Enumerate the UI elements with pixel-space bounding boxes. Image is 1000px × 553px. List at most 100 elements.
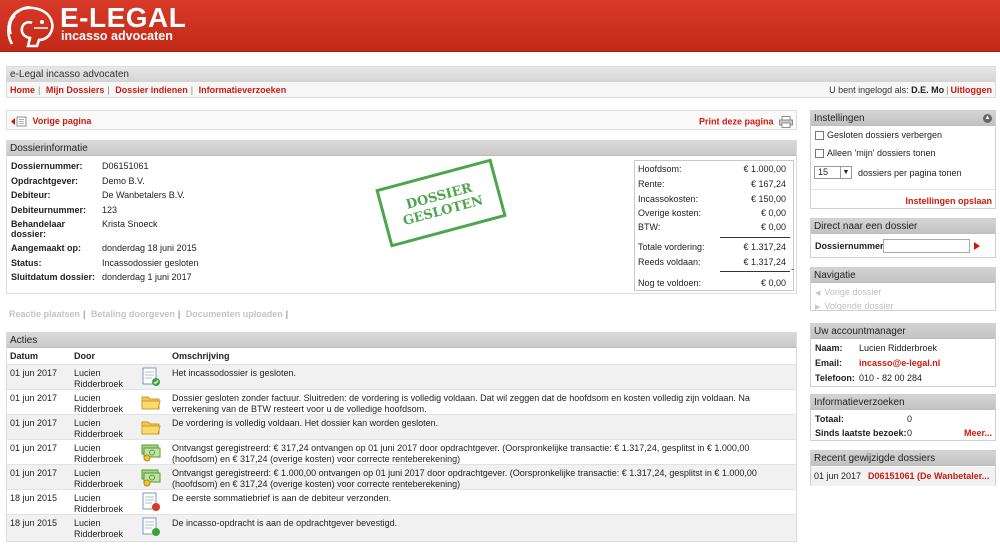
row-door: Lucien Ridderbroek	[74, 393, 124, 414]
lion-logo-icon	[7, 6, 54, 48]
totals-row: Reeds voldaan: € 1.317,24	[638, 257, 790, 269]
acties-header-row: Datum Door Omschrijving	[7, 349, 796, 363]
info-value: D06151061	[102, 161, 149, 171]
prev-dossier-link: ◀ Vorige dossier	[815, 287, 881, 297]
info-value: 123	[102, 204, 118, 215]
print-link[interactable]: Print deze pagina	[699, 116, 774, 126]
manager-email-row: Email: incasso@e-legal.nl	[815, 358, 940, 368]
totals-value: € 0,00	[760, 208, 786, 218]
info-sinds-value: 0	[907, 428, 913, 438]
sum-divider	[720, 271, 790, 272]
hide-closed-checkbox[interactable]	[815, 131, 824, 141]
manager-email-link[interactable]: incasso@e-legal.nl	[859, 358, 940, 368]
chevron-left-icon: ◀	[815, 290, 821, 297]
link-separator: |	[83, 309, 86, 319]
row-description: Het incassodossier is gesloten.	[172, 368, 297, 378]
row-door: Lucien Ridderbroek	[74, 418, 124, 439]
meer-link[interactable]: Meer...	[964, 428, 992, 438]
documenten-uploaden-link: Documenten uploaden	[185, 309, 283, 319]
row-date: 18 jun 2015	[10, 493, 58, 503]
info-row: Aangemaakt op: donderdag 18 juni 2015	[11, 243, 199, 258]
nav-informatieverzoeken[interactable]: Informatieverzoeken	[199, 85, 287, 95]
row-description: Ontvangst geregistreerd: € 317,24 ontvan…	[172, 443, 750, 464]
row-description: De vordering is volledig voldaan. Het do…	[172, 418, 439, 428]
totals-row: Rente: € 167,24	[638, 179, 790, 191]
site-name: e-Legal incasso advocaten	[7, 67, 995, 82]
logout-link[interactable]: Uitloggen	[951, 85, 993, 95]
col-omschrijving: Omschrijving	[172, 351, 230, 361]
print-link-wrap[interactable]: Print deze pagina	[699, 116, 793, 128]
link-separator: |	[285, 309, 289, 319]
informatieverzoeken-panel: Informatieverzoeken Totaal: 0 Sinds laats…	[810, 394, 996, 441]
nav-home[interactable]: Home	[10, 85, 35, 95]
nav-mijn-dossiers[interactable]: Mijn Dossiers	[46, 85, 105, 95]
collapse-icon[interactable]: ▲	[983, 114, 992, 123]
instellingen-title-text: Instellingen	[814, 113, 865, 124]
navigatie-title: Navigatie	[811, 268, 995, 283]
info-value: Krista Snoeck	[102, 219, 158, 229]
table-row: 01 jun 2017 Lucien Ridderbroek Ontvangst…	[7, 464, 796, 489]
top-header: E-LEGAL incasso advocaten	[0, 0, 1000, 52]
info-totaal-value: 0	[907, 414, 913, 424]
nav-separator: |	[946, 85, 949, 95]
row-door: Lucien Ridderbroek	[74, 443, 124, 464]
accountmanager-title: Uw accountmanager	[811, 324, 995, 339]
col-datum: Datum	[10, 351, 39, 361]
sum-divider	[720, 237, 790, 238]
dossiernummer-input[interactable]	[883, 239, 970, 253]
totals-row: Totale vordering: € 1.317,24	[638, 242, 790, 254]
go-arrow-icon[interactable]	[974, 242, 980, 250]
next-dossier-label: Volgende dossier	[824, 301, 894, 311]
dossier-info-panel: Dossierinformatie Dossiernummer: D0615106…	[6, 140, 797, 294]
info-label: Aangemaakt op:	[11, 243, 82, 253]
col-door: Door	[74, 351, 95, 361]
table-row: 18 jun 2015 Lucien Ridderbroek De eerste…	[7, 489, 796, 514]
user-info: U bent ingelogd als: D.E. Mo | Uitloggen	[829, 85, 992, 95]
manager-name-label: Naam:	[815, 343, 843, 353]
dossier-action-links: Reactie plaatsen | Betaling doorgeven | Do…	[9, 309, 291, 319]
row-door: Lucien Ridderbroek	[74, 518, 124, 539]
green-letter-icon	[142, 517, 160, 536]
nav-dossier-indienen[interactable]: Dossier indienen	[115, 85, 188, 95]
row-description: De eerste sommatiebrief is aan de debite…	[172, 493, 392, 503]
info-label: Debiteurnummer:	[11, 204, 87, 215]
page-actions-bar: Vorige pagina Print deze pagina	[6, 110, 797, 130]
nav-separator: |	[38, 85, 41, 95]
user-name: D.E. Mo	[911, 85, 945, 95]
totals-label: Incassokosten:	[638, 194, 699, 204]
totals-label: Reeds voldaan:	[638, 257, 701, 267]
totals-label: Totale vordering:	[638, 242, 705, 252]
money-icon	[141, 469, 161, 487]
table-row: 01 jun 2017 Lucien Ridderbroek Dossier g…	[7, 389, 796, 414]
info-row: Behandelaar dossier: Krista Snoeck	[11, 219, 199, 243]
hide-closed-label: Gesloten dossiers verbergen	[827, 130, 943, 140]
minus-sign: -	[791, 264, 794, 274]
only-mine-option[interactable]: Alleen 'mijn' dossiers tonen	[815, 148, 936, 159]
acties-panel: Acties Datum Door Omschrijving 01 jun 20…	[6, 332, 797, 542]
info-value: De Wanbetalers B.V.	[102, 190, 185, 200]
per-page-select[interactable]: 15 ▼	[814, 166, 852, 179]
totals-value: € 167,24	[750, 179, 786, 189]
recent-date: 01 jun 2017	[814, 471, 862, 481]
table-row: 18 jun 2015 Lucien Ridderbroek De incass…	[7, 514, 796, 541]
totals-row: Hoofdsom: € 1.000,00	[638, 164, 790, 176]
table-row: 01 jun 2017 Lucien Ridderbroek De vorder…	[7, 414, 796, 439]
red-letter-icon	[142, 492, 160, 511]
back-link[interactable]: Vorige pagina	[33, 116, 92, 126]
hide-closed-option[interactable]: Gesloten dossiers verbergen	[815, 130, 943, 141]
row-date: 01 jun 2017	[10, 368, 58, 378]
back-link-wrap[interactable]: Vorige pagina	[10, 116, 91, 127]
row-date: 01 jun 2017	[10, 443, 58, 453]
closed-envelope-icon	[142, 367, 160, 386]
only-mine-checkbox[interactable]	[815, 149, 824, 159]
direct-dossier-panel: Direct naar een dossier Dossiernummer:	[810, 218, 996, 258]
save-settings-link[interactable]: Instellingen opslaan	[905, 196, 992, 206]
info-totaal-label: Totaal:	[815, 414, 844, 424]
printer-icon	[779, 116, 793, 128]
navigatie-panel: Navigatie ◀ Vorige dossier ▶ Volgende doss…	[810, 267, 996, 311]
logged-in-label: U bent ingelogd als:	[829, 85, 909, 95]
only-mine-label: Alleen 'mijn' dossiers tonen	[827, 148, 936, 158]
back-arrow-icon	[11, 116, 27, 127]
totals-row: Nog te voldoen: € 0,00	[638, 278, 790, 290]
recent-dossier-link[interactable]: D06151061 (De Wanbetaler...	[868, 471, 989, 481]
